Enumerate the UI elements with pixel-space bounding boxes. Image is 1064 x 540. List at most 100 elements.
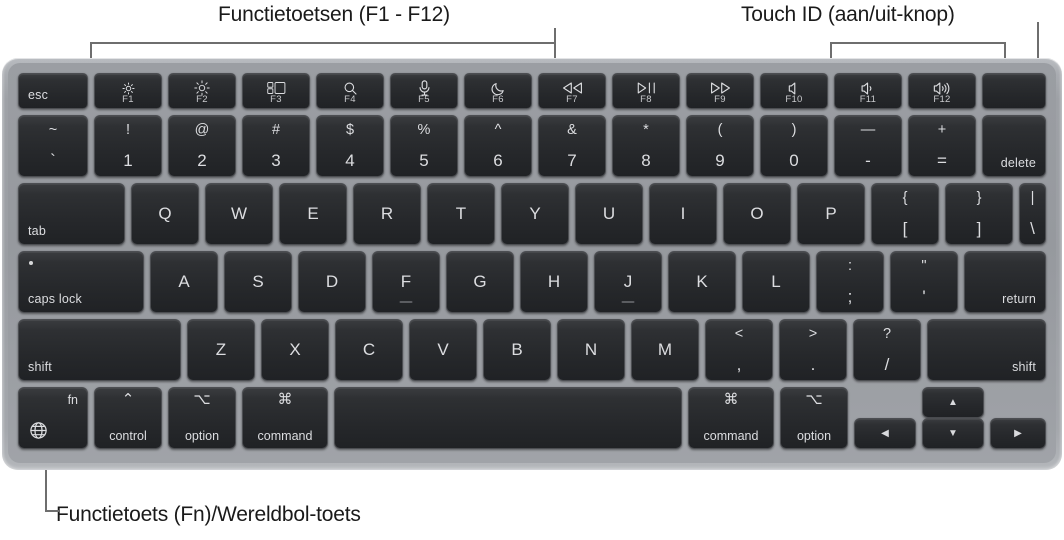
key-f3[interactable]: F3 bbox=[242, 73, 310, 109]
key-slash[interactable]: ? / bbox=[853, 319, 921, 381]
key-4[interactable]: $ 4 bbox=[316, 115, 384, 177]
key-f11[interactable]: F11 bbox=[834, 73, 902, 109]
key-e[interactable]: E bbox=[279, 183, 347, 245]
key-command-left[interactable]: ⌘ command bbox=[242, 387, 328, 449]
key-arrow-left[interactable]: ◀ bbox=[854, 418, 916, 449]
key-i[interactable]: I bbox=[649, 183, 717, 245]
key-comma[interactable]: < , bbox=[705, 319, 773, 381]
key-8[interactable]: * 8 bbox=[612, 115, 680, 177]
key-grave[interactable]: ~ ` bbox=[18, 115, 88, 177]
key-period[interactable]: > . bbox=[779, 319, 847, 381]
key-1[interactable]: ! 1 bbox=[94, 115, 162, 177]
key-semicolon[interactable]: : ; bbox=[816, 251, 884, 313]
key-f11-label: F11 bbox=[859, 94, 877, 105]
key-r[interactable]: R bbox=[353, 183, 421, 245]
key-0[interactable]: ) 0 bbox=[760, 115, 828, 177]
key-f12[interactable]: F12 bbox=[908, 73, 976, 109]
key-p[interactable]: P bbox=[797, 183, 865, 245]
key-m[interactable]: M bbox=[631, 319, 699, 381]
key-6[interactable]: ^ 6 bbox=[464, 115, 532, 177]
key-option-left[interactable]: ⌥ option bbox=[168, 387, 236, 449]
caps-lock-indicator-icon bbox=[29, 261, 33, 265]
key-esc[interactable]: esc bbox=[18, 73, 88, 109]
key-option-right-label: option bbox=[796, 429, 832, 443]
key-minus-base: - bbox=[865, 151, 871, 170]
key-h[interactable]: H bbox=[520, 251, 588, 313]
key-command-left-label: command bbox=[257, 429, 313, 443]
key-equal[interactable]: + = bbox=[908, 115, 976, 177]
key-3[interactable]: # 3 bbox=[242, 115, 310, 177]
key-b[interactable]: B bbox=[483, 319, 551, 381]
key-semicolon-base: ; bbox=[847, 287, 853, 306]
key-f1[interactable]: F1 bbox=[94, 73, 162, 109]
key-f5[interactable]: F5 bbox=[390, 73, 458, 109]
keyboard-chassis: esc F1 F2 F3 F4 F5 F6 F7 F8 F9 F10 F11 F… bbox=[2, 58, 1062, 470]
key-o[interactable]: O bbox=[723, 183, 791, 245]
key-f9[interactable]: F9 bbox=[686, 73, 754, 109]
key-bracket-left[interactable]: { [ bbox=[871, 183, 939, 245]
key-u[interactable]: U bbox=[575, 183, 643, 245]
key-arrow-right[interactable]: ▶ bbox=[990, 418, 1046, 449]
key-4-base: 4 bbox=[345, 151, 355, 170]
callout-label-function-keys: Functietoetsen (F1 - F12) bbox=[218, 3, 450, 26]
key-g[interactable]: G bbox=[446, 251, 514, 313]
key-option-right[interactable]: ⌥ option bbox=[780, 387, 848, 449]
key-slash-shifted: ? bbox=[882, 326, 892, 342]
key-command-right[interactable]: ⌘ command bbox=[688, 387, 774, 449]
callout-label-touch-id: Touch ID (aan/uit-knop) bbox=[741, 3, 955, 26]
key-s[interactable]: S bbox=[224, 251, 292, 313]
key-caps-lock[interactable]: caps lock bbox=[18, 251, 144, 313]
key-2[interactable]: @ 2 bbox=[168, 115, 236, 177]
key-j[interactable]: J bbox=[594, 251, 662, 313]
key-space[interactable] bbox=[334, 387, 682, 449]
key-fn[interactable]: fn bbox=[18, 387, 88, 449]
key-n[interactable]: N bbox=[557, 319, 625, 381]
key-arrow-up[interactable]: ▲ bbox=[922, 387, 984, 418]
key-minus[interactable]: — - bbox=[834, 115, 902, 177]
key-7[interactable]: & 7 bbox=[538, 115, 606, 177]
key-t[interactable]: T bbox=[427, 183, 495, 245]
key-comma-base: , bbox=[736, 355, 742, 374]
key-l[interactable]: L bbox=[742, 251, 810, 313]
arrow-right-icon: ▶ bbox=[1014, 428, 1022, 439]
key-touch-id[interactable] bbox=[982, 73, 1046, 109]
key-f4[interactable]: F4 bbox=[316, 73, 384, 109]
key-m-label: M bbox=[657, 340, 673, 359]
leader-line-function-keys bbox=[554, 28, 556, 44]
key-quote-base: ' bbox=[922, 287, 926, 306]
key-f[interactable]: F bbox=[372, 251, 440, 313]
key-f12-label: F12 bbox=[933, 94, 951, 105]
key-bracket-right[interactable]: } ] bbox=[945, 183, 1013, 245]
key-w[interactable]: W bbox=[205, 183, 273, 245]
key-tab[interactable]: tab bbox=[18, 183, 125, 245]
key-quote[interactable]: " ' bbox=[890, 251, 958, 313]
key-y[interactable]: Y bbox=[501, 183, 569, 245]
key-f2[interactable]: F2 bbox=[168, 73, 236, 109]
key-return[interactable]: return bbox=[964, 251, 1046, 313]
key-c[interactable]: C bbox=[335, 319, 403, 381]
key-f6[interactable]: F6 bbox=[464, 73, 532, 109]
key-f7[interactable]: F7 bbox=[538, 73, 606, 109]
key-arrow-down[interactable]: ▼ bbox=[922, 418, 984, 449]
key-x[interactable]: X bbox=[261, 319, 329, 381]
key-f10[interactable]: F10 bbox=[760, 73, 828, 109]
key-z[interactable]: Z bbox=[187, 319, 255, 381]
key-shift-right[interactable]: shift bbox=[927, 319, 1046, 381]
key-delete[interactable]: delete bbox=[982, 115, 1046, 177]
key-option-right-symbol: ⌥ bbox=[805, 391, 823, 408]
key-backslash[interactable]: | \ bbox=[1019, 183, 1046, 245]
key-shift-left[interactable]: shift bbox=[18, 319, 181, 381]
key-k[interactable]: K bbox=[668, 251, 736, 313]
key-n-label: N bbox=[584, 340, 598, 359]
key-v[interactable]: V bbox=[409, 319, 477, 381]
key-d[interactable]: D bbox=[298, 251, 366, 313]
key-s-label: S bbox=[252, 272, 264, 291]
key-control[interactable]: ⌃ control bbox=[94, 387, 162, 449]
key-q[interactable]: Q bbox=[131, 183, 199, 245]
key-a[interactable]: A bbox=[150, 251, 218, 313]
key-9[interactable]: ( 9 bbox=[686, 115, 754, 177]
key-command-right-symbol: ⌘ bbox=[723, 391, 739, 408]
key-5[interactable]: % 5 bbox=[390, 115, 458, 177]
key-u-label: U bbox=[602, 204, 616, 223]
key-f8[interactable]: F8 bbox=[612, 73, 680, 109]
